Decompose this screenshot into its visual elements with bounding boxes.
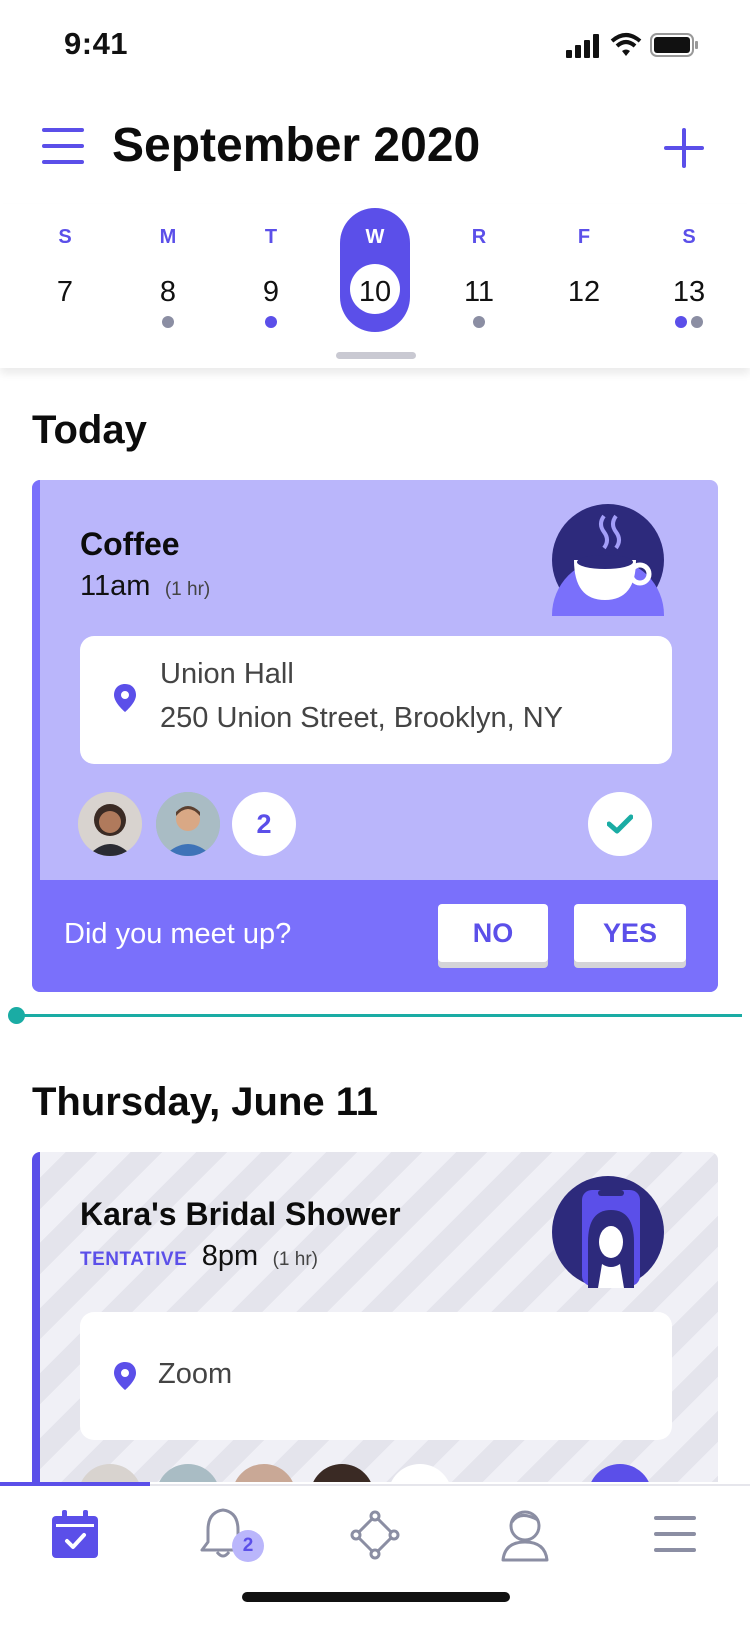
- add-event-button[interactable]: [664, 128, 704, 168]
- day-wed-selected[interactable]: W 10: [340, 204, 410, 334]
- video-call-icon: [552, 1176, 664, 1288]
- tab-connections[interactable]: [300, 1506, 450, 1576]
- day-mon[interactable]: M 8: [133, 204, 203, 334]
- event-dot: [691, 316, 703, 328]
- current-time-line: [16, 1014, 742, 1017]
- connections-icon: [350, 1510, 400, 1560]
- location-pin-icon: [114, 1362, 136, 1390]
- section-date-heading: Thursday, June 11: [32, 1080, 379, 1124]
- day-fri[interactable]: F 12: [549, 204, 619, 334]
- event-time: 11am: [80, 570, 151, 602]
- day-date: 8: [159, 276, 177, 308]
- event-time: 8pm: [201, 1240, 259, 1272]
- event-dot: [675, 316, 687, 328]
- location-box[interactable]: Zoom: [80, 1312, 672, 1440]
- event-time-row: TENTATIVE 8pm (1 hr): [80, 1240, 318, 1273]
- checkmark-icon: [607, 814, 633, 834]
- day-letter: M: [159, 226, 177, 248]
- yes-button[interactable]: YES: [574, 904, 686, 962]
- no-button[interactable]: NO: [438, 904, 548, 962]
- day-date: 9: [262, 276, 280, 308]
- location-pin-icon: [114, 684, 136, 712]
- tab-bar: 2: [0, 1484, 750, 1626]
- tab-calendar[interactable]: [0, 1506, 150, 1576]
- drag-handle[interactable]: [336, 352, 416, 359]
- signal-icon: [566, 34, 599, 58]
- profile-icon: [501, 1510, 549, 1562]
- meetup-prompt: Did you meet up?: [64, 918, 292, 950]
- card-accent-bar: [32, 480, 40, 880]
- day-letter: S: [58, 226, 72, 248]
- avatar[interactable]: [388, 1464, 452, 1482]
- meetup-prompt-bar: Did you meet up? NO YES: [32, 880, 718, 992]
- extra-attendees-badge[interactable]: 2: [232, 792, 296, 856]
- event-duration: (1 hr): [272, 1249, 318, 1270]
- location-box[interactable]: Union Hall 250 Union Street, Brooklyn, N…: [80, 636, 672, 764]
- event-duration: (1 hr): [164, 579, 211, 600]
- event-dot: [265, 316, 277, 328]
- day-letter: F: [577, 226, 591, 248]
- day-date: 12: [567, 276, 601, 308]
- avatar[interactable]: [156, 792, 220, 856]
- avatar[interactable]: [78, 1464, 142, 1482]
- battery-icon: [650, 33, 698, 57]
- day-thu[interactable]: R 11: [444, 204, 514, 334]
- day-date: 10: [358, 276, 392, 308]
- avatar[interactable]: [310, 1464, 374, 1482]
- event-title: Kara's Bridal Shower: [80, 1196, 401, 1232]
- calendar-check-icon: [52, 1510, 98, 1558]
- page-title: September 2020: [112, 119, 481, 172]
- confirm-check-button[interactable]: [588, 792, 652, 856]
- day-date: 13: [672, 276, 706, 308]
- day-letter: W: [365, 226, 385, 248]
- home-indicator[interactable]: [242, 1592, 510, 1602]
- day-letter: T: [264, 226, 278, 248]
- tab-profile[interactable]: [450, 1506, 600, 1576]
- menu-button[interactable]: [42, 128, 84, 164]
- card-accent-bar: [32, 1152, 40, 1482]
- avatar[interactable]: [156, 1464, 220, 1482]
- section-today-heading: Today: [32, 408, 147, 452]
- day-sun[interactable]: S 7: [30, 204, 100, 334]
- action-button[interactable]: [588, 1464, 652, 1482]
- tab-notifications[interactable]: [150, 1506, 300, 1576]
- event-dot: [162, 316, 174, 328]
- event-dot: [473, 316, 485, 328]
- avatar[interactable]: [78, 792, 142, 856]
- active-tab-indicator: [0, 1482, 150, 1486]
- day-tue[interactable]: T 9: [236, 204, 306, 334]
- day-letter: R: [471, 226, 487, 248]
- event-card-coffee[interactable]: Coffee 11am (1 hr) Union Hall 250 Union …: [32, 480, 718, 992]
- location-name: Union Hall: [160, 658, 294, 690]
- event-time-row: 11am (1 hr): [80, 570, 210, 603]
- status-time: 9:41: [64, 26, 129, 61]
- event-card-bridal-shower[interactable]: Kara's Bridal Shower TENTATIVE 8pm (1 hr…: [32, 1152, 718, 1482]
- tentative-badge: TENTATIVE: [80, 1249, 188, 1270]
- hamburger-menu-icon: [654, 1516, 696, 1552]
- notification-badge: 2: [232, 1530, 264, 1562]
- wifi-icon: [610, 33, 642, 56]
- coffee-cup-icon: [552, 504, 664, 616]
- day-letter: S: [682, 226, 696, 248]
- tab-menu[interactable]: [600, 1506, 750, 1576]
- location-address: 250 Union Street, Brooklyn, NY: [160, 702, 563, 734]
- location-name: Zoom: [158, 1358, 233, 1390]
- day-date: 7: [56, 276, 74, 308]
- week-strip: S 7 M 8 T 9 W 10 R 11 F 12 S 13: [0, 204, 750, 368]
- event-title: Coffee: [80, 526, 180, 562]
- day-date: 11: [463, 276, 495, 308]
- avatar[interactable]: [232, 1464, 296, 1482]
- day-sat[interactable]: S 13: [654, 204, 724, 334]
- current-time-dot: [8, 1007, 25, 1024]
